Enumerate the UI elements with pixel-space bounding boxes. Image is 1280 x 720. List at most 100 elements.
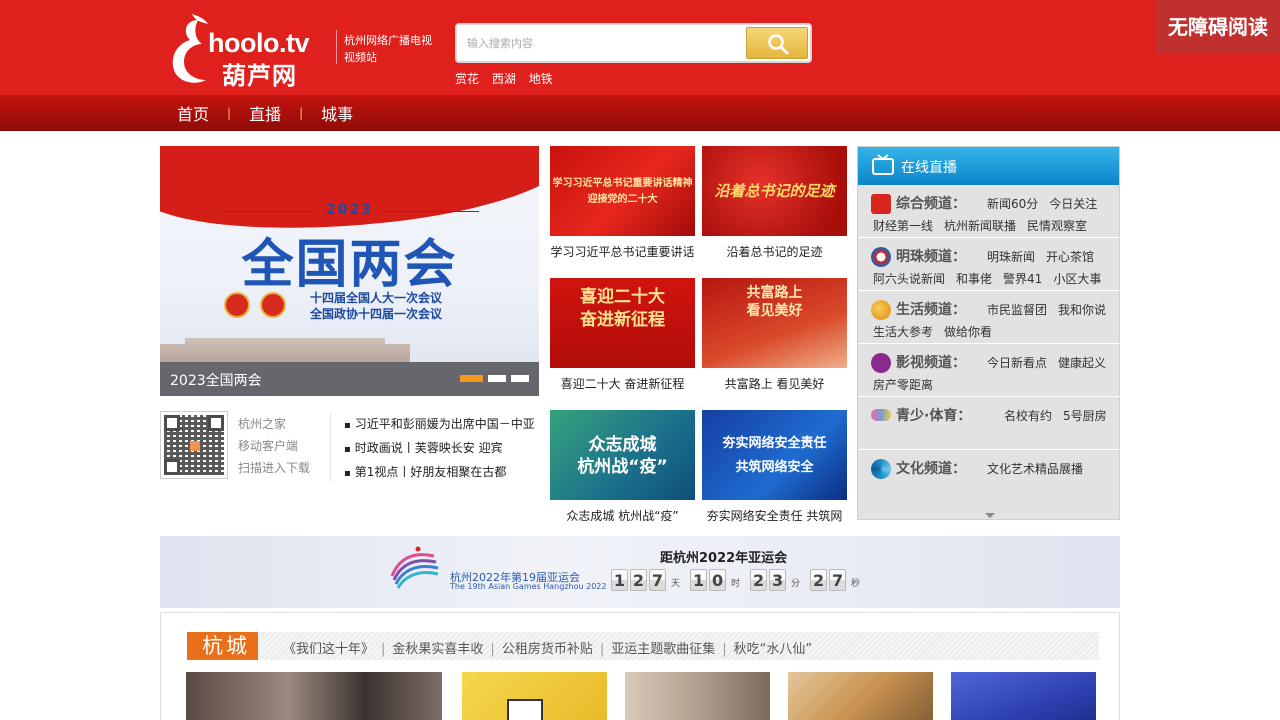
section-link[interactable]: 亚运主题歌曲征集 (611, 642, 715, 657)
program-link[interactable]: 今日新看点 (987, 356, 1047, 370)
slider-dot[interactable] (460, 375, 483, 382)
qr-corner (164, 415, 180, 431)
channel-name[interactable]: 文化频道： (896, 458, 966, 478)
live-panel-title: 在线直播 (901, 160, 957, 176)
program-link[interactable]: 新闻60分 (987, 197, 1038, 211)
hotword-link[interactable]: 地铁 (529, 72, 553, 86)
video-thumb[interactable]: 夯实网络安全责任 共筑网络安全 夯实网络安全责任 共筑网 (702, 410, 847, 524)
live-channels-panel: 在线直播 综合频道： 新闻60分 今日关注 财经第一线 杭州新闻联播 民情观察室 明珠… (857, 146, 1121, 520)
program-link[interactable]: 小区大事 (1053, 272, 1101, 286)
program-link[interactable]: 房产零距离 (873, 378, 933, 392)
section-links: 《我们这十年》 | 金秋果实喜丰收 | 公租房货币补贴 | 亚运主题歌曲征集 | 秋吃“水八仙” (283, 638, 812, 657)
client-line: 扫描进入下载 (238, 461, 311, 475)
cppcc-emblem-icon (260, 292, 286, 318)
video-thumb[interactable]: 学习习近平总书记重要讲话精神 迎接党的二十大 学习习近平总书记重要讲话 (550, 146, 695, 260)
section-link[interactable]: 秋吃“水八仙” (734, 642, 812, 657)
life-channel-icon (871, 300, 891, 320)
search-input[interactable] (467, 34, 737, 52)
program-link[interactable]: 警界41 (1003, 272, 1042, 286)
section-photo[interactable] (788, 672, 933, 720)
video-thumb[interactable]: 喜迎二十大 奋进新征程 喜迎二十大 奋进新征程 (550, 278, 695, 392)
hotword-link[interactable]: 西湖 (492, 72, 516, 86)
video-thumb[interactable]: 众志成城 杭州战“疫” 众志成城 杭州战“疫” (550, 410, 695, 524)
program-link[interactable]: 今日关注 (1049, 197, 1097, 211)
program-link[interactable]: 明珠新闻 (987, 250, 1035, 264)
qr-logo (190, 441, 200, 451)
program-link[interactable]: 做给你看 (944, 325, 992, 339)
slider-dot[interactable] (511, 375, 529, 382)
accessibility-reading-button[interactable]: 无障碍阅读 (1156, 0, 1280, 54)
thumb-caption[interactable]: 众志成城 杭州战“疫” (545, 507, 700, 524)
section-tag[interactable]: 杭城 (187, 632, 258, 660)
slider-dot[interactable] (488, 375, 506, 382)
headline-link[interactable]: 时政画说丨芙蓉映长安 迎宾 (344, 437, 535, 461)
section-photo[interactable] (951, 672, 1096, 720)
chevron-down-icon[interactable] (985, 513, 995, 518)
logo-wordmark: hoolo.tv (208, 28, 309, 58)
thumb-overlay-text: 众志成城 杭州战“疫” (577, 435, 668, 477)
section-photo[interactable] (625, 672, 770, 720)
program-link[interactable]: 健康起义 (1058, 356, 1106, 370)
hot-search-words: 赏花 西湖 地铁 (455, 70, 562, 87)
thumb-caption[interactable]: 学习习近平总书记重要讲话 (545, 243, 700, 260)
section-photo[interactable] (186, 672, 442, 720)
program-link[interactable]: 杭州新闻联播 (944, 219, 1016, 233)
program-link[interactable]: 民情观察室 (1027, 219, 1087, 233)
program-link[interactable]: 5号厨房 (1063, 409, 1107, 423)
main-nav: 首页 | 直播 | 城事 (0, 95, 1280, 131)
asian-games-countdown-banner[interactable]: 杭州2022年第19届亚运会 The 19th Asian Games Hang… (160, 536, 1120, 608)
program-link[interactable]: 和事佬 (956, 272, 992, 286)
slider-caption-bar: 2023全国两会 (160, 362, 539, 396)
program-link[interactable]: 市民监督团 (987, 303, 1047, 317)
hotword-link[interactable]: 赏花 (455, 72, 479, 86)
section-link[interactable]: 《我们这十年》 (283, 642, 374, 657)
link-separator: | (722, 642, 727, 657)
headline-link[interactable]: 第1视点丨好朋友相聚在古都 (344, 461, 535, 485)
program-link[interactable]: 文化艺术精品展播 (987, 462, 1083, 476)
countdown-title: 距杭州2022年亚运会 (660, 551, 788, 566)
section-link[interactable]: 公租房货币补贴 (502, 642, 593, 657)
channel-row-youth-sports: 青少·体育： 名校有约 5号厨房 (858, 397, 1121, 450)
thumb-caption[interactable]: 喜迎二十大 奋进新征程 (545, 375, 700, 392)
channel-name[interactable]: 影视频道： (896, 352, 966, 372)
program-link[interactable]: 我和你说 (1058, 303, 1106, 317)
program-link[interactable]: 阿六头说新闻 (873, 272, 945, 286)
thumb-image: 共富路上 看见美好 (702, 278, 847, 368)
thumb-caption[interactable]: 共富路上 看见美好 (697, 375, 852, 392)
headline-link[interactable]: 习近平和彭丽媛为出席中国－中亚 (344, 413, 535, 437)
channel-name[interactable]: 综合频道： (896, 193, 966, 213)
thumb-overlay-text: 学习习近平总书记重要讲话精神 迎接党的二十大 (552, 178, 693, 205)
video-thumb[interactable]: 沿着总书记的足迹 沿着总书记的足迹 (702, 146, 847, 260)
search-button[interactable] (746, 27, 808, 59)
program-link[interactable]: 名校有约 (1004, 409, 1052, 423)
program-link[interactable]: 开心茶馆 (1046, 250, 1094, 264)
hangcheng-section: 杭城 《我们这十年》 | 金秋果实喜丰收 | 公租房货币补贴 | 亚运主题歌曲征集 | 秋吃“水… (160, 612, 1120, 720)
channel-programs: 今日新看点 健康起义 (987, 354, 1117, 371)
logo-subtitle: 杭州网络广播电视视频站 (344, 34, 432, 64)
thumb-overlay-text: 夯实网络安全责任 共筑网络安全 (722, 436, 827, 475)
film-channel-icon (871, 353, 891, 373)
slider-title: 全国两会 (241, 235, 458, 295)
channel-programs: 市民监督团 我和你说 (987, 301, 1117, 318)
nav-item-live[interactable]: 直播 (249, 101, 281, 125)
thumb-image: 喜迎二十大 奋进新征程 (550, 278, 695, 368)
countdown-digit: 7 (649, 569, 666, 591)
channel-name[interactable]: 生活频道： (896, 299, 966, 319)
nav-item-home[interactable]: 首页 (177, 101, 209, 125)
countdown-unit: 时 (731, 579, 741, 589)
thumb-caption[interactable]: 夯实网络安全责任 共筑网 (697, 507, 852, 524)
video-thumb[interactable]: 共富路上 看见美好 共富路上 看见美好 (702, 278, 847, 392)
slider-caption[interactable]: 2023全国两会 (170, 370, 262, 390)
section-photo[interactable] (462, 672, 607, 720)
site-logo[interactable]: hoolo.tv 葫芦网 (168, 14, 334, 90)
feature-slider[interactable]: 2023 全国两会 十四届全国人大一次会议 全国政协十四届一次会议 2023全国… (160, 146, 539, 396)
section-link[interactable]: 金秋果实喜丰收 (392, 642, 483, 657)
client-line[interactable]: 移动客户端 (238, 435, 310, 457)
nav-item-city[interactable]: 城事 (321, 101, 353, 125)
channel-name[interactable]: 明珠频道： (896, 246, 966, 266)
thumb-caption[interactable]: 沿着总书记的足迹 (697, 243, 852, 260)
program-link[interactable]: 财经第一线 (873, 219, 933, 233)
program-link[interactable]: 生活大参考 (873, 325, 933, 339)
general-channel-icon (871, 194, 891, 214)
channel-name[interactable]: 青少·体育： (896, 405, 971, 425)
